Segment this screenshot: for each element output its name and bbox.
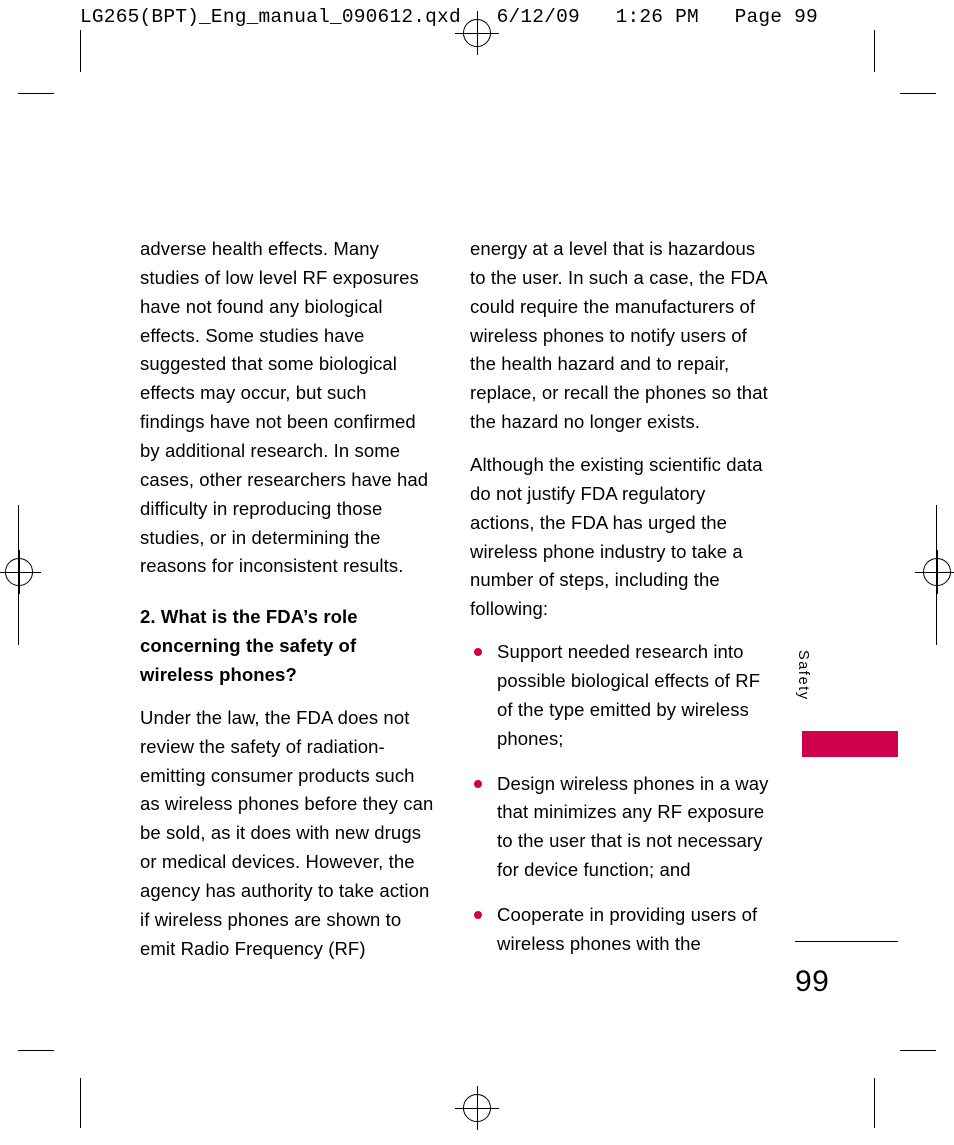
list-item: Design wireless phones in a way that min…	[470, 770, 770, 885]
right-paragraph-2: Although the existing scientific data do…	[470, 454, 763, 620]
side-tab-label: Safety	[795, 650, 811, 701]
left-paragraph-2: Under the law, the FDA does not review t…	[140, 706, 434, 959]
list-item-text: Support needed research into possible bi…	[497, 641, 761, 749]
list-item: Cooperate in providing users of wireless…	[470, 901, 770, 959]
side-tab-marker	[802, 731, 898, 757]
right-paragraph-1: energy at a level that is hazardous to t…	[470, 238, 768, 433]
list-item: Support needed research into possible bi…	[470, 638, 770, 753]
fda-steps-list: Support needed research into possible bi…	[470, 638, 770, 959]
list-item-text: Cooperate in providing users of wireless…	[497, 904, 758, 954]
bullet-dot-icon	[474, 779, 482, 788]
section-heading-fda-role: 2. What is the FDA’s role concerning the…	[140, 606, 358, 686]
bullet-dot-icon	[474, 911, 482, 920]
manual-page: adverse health effects. Many studies of …	[0, 0, 954, 1145]
right-column: energy at a level that is hazardous to t…	[470, 235, 770, 959]
left-column: adverse health effects. Many studies of …	[140, 235, 435, 964]
page-number-rule	[795, 941, 898, 942]
bullet-dot-icon	[474, 648, 482, 657]
left-paragraph-1: adverse health effects. Many studies of …	[140, 238, 429, 577]
list-item-text: Design wireless phones in a way that min…	[497, 772, 769, 881]
page-number: 99	[795, 965, 830, 998]
